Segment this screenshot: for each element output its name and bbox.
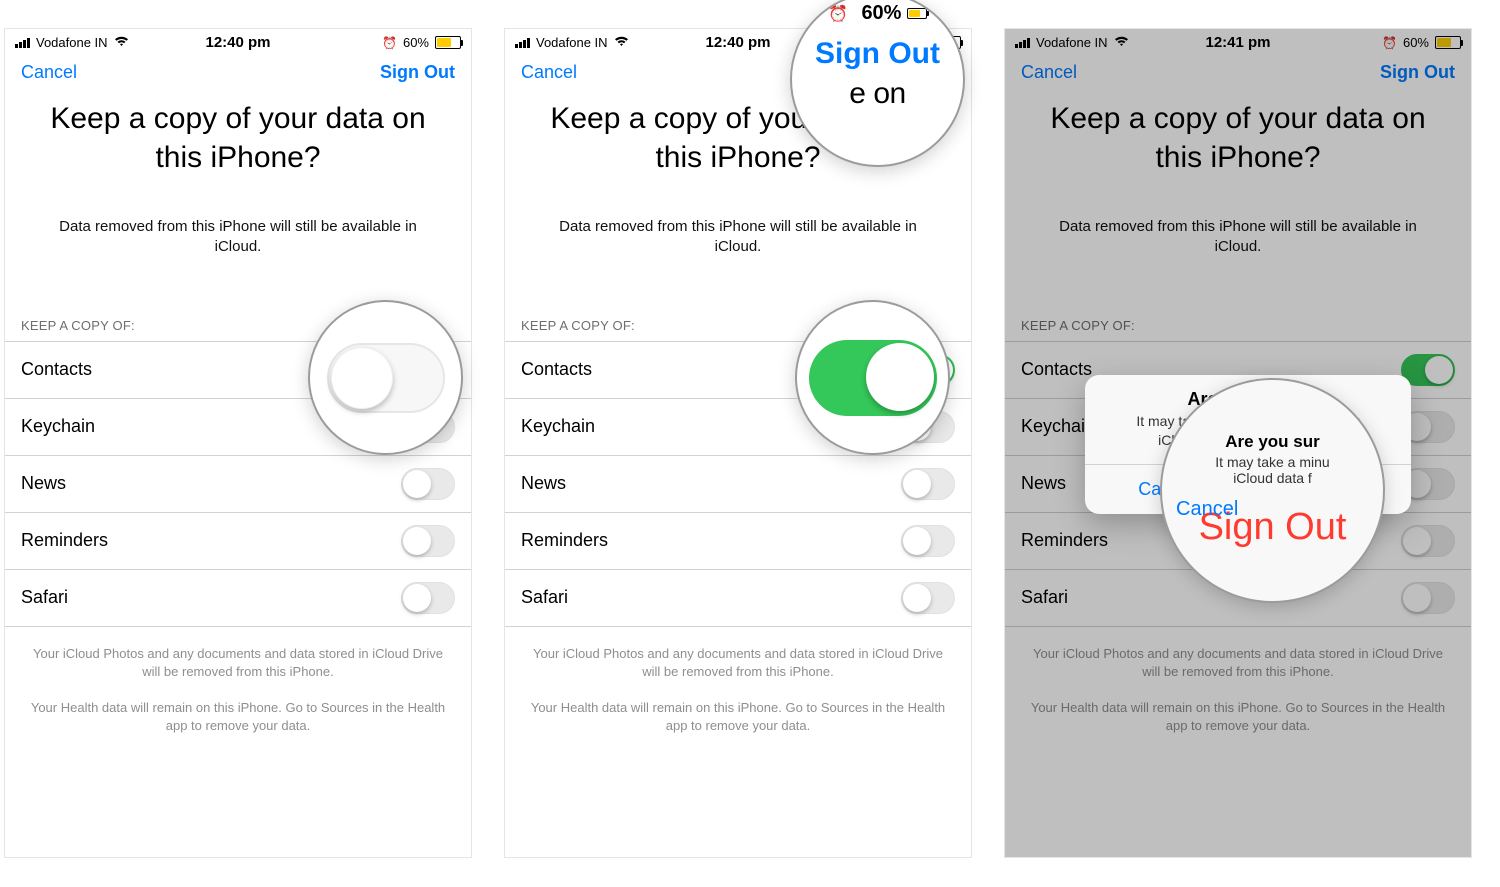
row-reminders: Reminders [505, 513, 971, 570]
row-label: Contacts [21, 359, 92, 380]
row-label: Keychain [521, 416, 595, 437]
page-title: Keep a copy of your data on this iPhone? [1005, 91, 1471, 187]
clock-label: 12:40 pm [705, 34, 770, 51]
row-news: News [505, 456, 971, 513]
toggle-contacts[interactable] [1401, 354, 1455, 386]
row-label: News [21, 473, 66, 494]
wifi-icon [1114, 35, 1129, 50]
footer-text-2: Your Health data will remain on this iPh… [1005, 681, 1471, 735]
magnifier-toggle-on [795, 300, 950, 455]
toggle-news[interactable] [901, 468, 955, 500]
row-label: Reminders [21, 530, 108, 551]
status-bar: Vodafone IN 12:40 pm ⏰ 60% [5, 29, 471, 52]
battery-icon [907, 8, 927, 19]
footer-text-1: Your iCloud Photos and any documents and… [505, 627, 971, 681]
battery-icon [1435, 36, 1461, 49]
row-label: Contacts [1021, 359, 1092, 380]
alarm-icon: ⏰ [382, 36, 397, 50]
row-label: Safari [521, 587, 568, 608]
wifi-icon [114, 35, 129, 50]
battery-pct-label: 60% [1403, 35, 1429, 50]
page-title: Keep a copy of your data on this iPhone? [5, 91, 471, 187]
clock-label: 12:41 pm [1205, 34, 1270, 51]
wifi-icon [614, 35, 629, 50]
zoom-alert-title: Are you sur [1225, 432, 1319, 452]
clock-label: 12:40 pm [205, 34, 270, 51]
carrier-label: Vodafone IN [36, 35, 108, 50]
row-label: Safari [1021, 587, 1068, 608]
footer-text-1: Your iCloud Photos and any documents and… [1005, 627, 1471, 681]
magnifier-signout-red: Are you sur It may take a minu iCloud da… [1160, 378, 1385, 603]
row-label: Safari [21, 587, 68, 608]
status-bar: Vodafone IN 12:41 pm ⏰ 60% [1005, 29, 1471, 52]
zoom-partial-label: e on [849, 77, 905, 111]
row-label: News [1021, 473, 1066, 494]
page-subtitle: Data removed from this iPhone will still… [505, 187, 971, 258]
magnifier-signout-top: ⏰ 60% Sign Out e on [790, 0, 965, 167]
cancel-button[interactable]: Cancel [1021, 62, 1077, 83]
row-label: Keychain [1021, 416, 1095, 437]
carrier-label: Vodafone IN [536, 35, 608, 50]
footer-text-2: Your Health data will remain on this iPh… [505, 681, 971, 735]
signal-icon [15, 38, 30, 48]
toggle-safari[interactable] [401, 582, 455, 614]
carrier-label: Vodafone IN [1036, 35, 1108, 50]
zoom-alert-msg2: iCloud data f [1233, 470, 1312, 486]
toggle-reminders[interactable] [1401, 525, 1455, 557]
toggle-reminders[interactable] [401, 525, 455, 557]
zoom-alert-msg1: It may take a minu [1215, 454, 1329, 470]
zoom-toggle-on-icon [809, 340, 937, 416]
nav-bar: Cancel Sign Out [1005, 52, 1471, 91]
zoom-toggle-off-icon [327, 343, 445, 413]
row-safari: Safari [505, 570, 971, 627]
battery-pct-label: 60% [403, 35, 429, 50]
zoom-signout-label: Sign Out [815, 37, 940, 71]
battery-icon [435, 36, 461, 49]
row-label: Reminders [521, 530, 608, 551]
signout-button[interactable]: Sign Out [380, 62, 455, 83]
toggle-safari[interactable] [901, 582, 955, 614]
row-safari: Safari [5, 570, 471, 627]
toggle-safari[interactable] [1401, 582, 1455, 614]
nav-bar: Cancel Sign Out [5, 52, 471, 91]
page-subtitle: Data removed from this iPhone will still… [5, 187, 471, 258]
cancel-button[interactable]: Cancel [21, 62, 77, 83]
magnifier-toggle-off [308, 300, 463, 455]
row-reminders: Reminders [5, 513, 471, 570]
row-label: Contacts [521, 359, 592, 380]
section-header: KEEP A COPY OF: [1005, 258, 1471, 341]
battery-pct-label: 60% [861, 2, 901, 24]
toggle-news[interactable] [401, 468, 455, 500]
footer-text-1: Your iCloud Photos and any documents and… [5, 627, 471, 681]
alarm-icon: ⏰ [828, 6, 848, 23]
signout-button[interactable]: Sign Out [1380, 62, 1455, 83]
signal-icon [1015, 38, 1030, 48]
row-label: Keychain [21, 416, 95, 437]
row-label: Reminders [1021, 530, 1108, 551]
row-news: News [5, 456, 471, 513]
zoom-cancel-label: Cancel [1176, 498, 1238, 521]
signal-icon [515, 38, 530, 48]
alarm-icon: ⏰ [1382, 36, 1397, 50]
page-subtitle: Data removed from this iPhone will still… [1005, 187, 1471, 258]
toggle-reminders[interactable] [901, 525, 955, 557]
footer-text-2: Your Health data will remain on this iPh… [5, 681, 471, 735]
row-label: News [521, 473, 566, 494]
cancel-button[interactable]: Cancel [521, 62, 577, 83]
